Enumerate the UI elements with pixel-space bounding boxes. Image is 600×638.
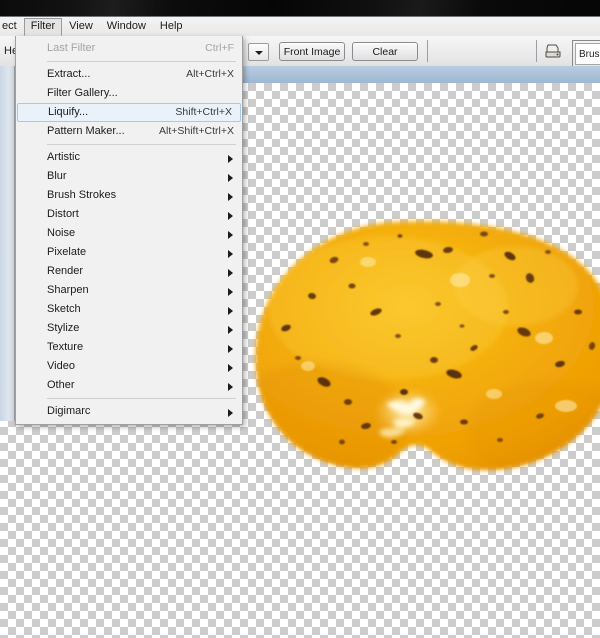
menu-item-sharpen[interactable]: Sharpen xyxy=(16,281,242,300)
menubar-item-label: Help xyxy=(159,19,183,32)
menu-item-artistic[interactable]: Artistic xyxy=(16,148,242,167)
menubar-item-window[interactable]: Window xyxy=(100,18,153,36)
submenu-arrow-icon xyxy=(228,269,233,277)
printer-icon[interactable] xyxy=(543,43,563,60)
menu-separator xyxy=(47,398,236,399)
menubar-item-view[interactable]: View xyxy=(62,18,100,36)
submenu-arrow-icon xyxy=(228,174,233,182)
clear-label: Clear xyxy=(372,45,398,58)
menu-item-last-filter[interactable]: Last Filter Ctrl+F xyxy=(16,39,242,58)
menu-item-label: Brush Strokes xyxy=(47,189,117,201)
menu-item-label: Sharpen xyxy=(47,284,89,296)
menu-item-noise[interactable]: Noise xyxy=(16,224,242,243)
submenu-arrow-icon xyxy=(228,345,233,353)
menubar-item-label: Window xyxy=(106,19,146,32)
menu-item-pattern-maker[interactable]: Pattern Maker... Alt+Shift+Ctrl+X xyxy=(16,122,242,141)
menu-item-extract[interactable]: Extract... Alt+Ctrl+X xyxy=(16,65,242,84)
menu-item-digimarc[interactable]: Digimarc xyxy=(16,402,242,421)
menu-separator xyxy=(47,61,236,62)
menu-item-label: Digimarc xyxy=(47,405,91,417)
menu-item-stylize[interactable]: Stylize xyxy=(16,319,242,338)
front-image-button[interactable]: Front Image xyxy=(279,42,345,61)
menubar-item-help[interactable]: Help xyxy=(153,18,190,36)
menu-item-render[interactable]: Render xyxy=(16,262,242,281)
menu-item-label: Distort xyxy=(47,208,79,220)
submenu-arrow-icon xyxy=(228,250,233,258)
menu-item-sketch[interactable]: Sketch xyxy=(16,300,242,319)
menu-item-liquify[interactable]: Liquify... Shift+Ctrl+X xyxy=(17,103,241,122)
submenu-arrow-icon xyxy=(228,326,233,334)
front-image-label: Front Image xyxy=(283,45,341,58)
filter-dropdown-menu[interactable]: Last Filter Ctrl+F Extract... Alt+Ctrl+X… xyxy=(15,36,243,425)
menubar-item-label: View xyxy=(69,19,93,32)
brushes-palette-well[interactable]: Brushes xyxy=(572,40,600,68)
brushes-label: Brushes xyxy=(575,43,600,65)
menu-item-brush-strokes[interactable]: Brush Strokes xyxy=(16,186,242,205)
menu-item-label: Stylize xyxy=(47,322,80,334)
submenu-arrow-icon xyxy=(228,409,233,417)
menu-item-label: Texture xyxy=(47,341,84,353)
blob-svg xyxy=(255,221,600,470)
chevron-down-glyph xyxy=(255,51,263,55)
menu-item-shortcut: Shift+Ctrl+X xyxy=(175,106,232,118)
menu-item-video[interactable]: Video xyxy=(16,357,242,376)
menu-item-label: Other xyxy=(47,379,75,391)
menu-item-label: Pixelate xyxy=(47,246,87,258)
menu-item-texture[interactable]: Texture xyxy=(16,338,242,357)
menu-item-label: Pattern Maker... xyxy=(47,125,125,137)
menu-item-label: Blur xyxy=(47,170,67,182)
menubar-item-label: ect xyxy=(2,19,17,32)
submenu-arrow-icon xyxy=(228,383,233,391)
submenu-arrow-icon xyxy=(228,212,233,220)
menu-item-shortcut: Alt+Ctrl+X xyxy=(186,68,234,80)
clear-button[interactable]: Clear xyxy=(352,42,418,61)
photoshop-window: ect Filter View Window Help He Front Ima… xyxy=(0,0,600,638)
submenu-arrow-icon xyxy=(228,193,233,201)
menu-item-pixelate[interactable]: Pixelate xyxy=(16,243,242,262)
menubar-item-filter[interactable]: Filter xyxy=(23,17,63,36)
menu-item-label: Liquify... xyxy=(48,106,89,118)
chevron-down-icon[interactable] xyxy=(248,43,269,61)
menu-item-label: Render xyxy=(47,265,84,277)
toolbar-separator xyxy=(536,40,537,62)
submenu-arrow-icon xyxy=(228,155,233,163)
submenu-arrow-icon xyxy=(228,288,233,296)
menu-item-label: Sketch xyxy=(47,303,81,315)
submenu-arrow-icon xyxy=(228,231,233,239)
menubar-item-select[interactable]: ect xyxy=(0,18,24,36)
menu-separator xyxy=(47,144,236,145)
menu-item-distort[interactable]: Distort xyxy=(16,205,242,224)
menu-item-label: Artistic xyxy=(47,151,80,163)
menu-item-filter-gallery[interactable]: Filter Gallery... xyxy=(16,84,242,103)
menu-item-label: Last Filter xyxy=(47,42,96,54)
menu-item-label: Extract... xyxy=(47,68,91,80)
left-panel-sliver xyxy=(0,66,15,421)
submenu-arrow-icon xyxy=(228,307,233,315)
menu-item-label: Filter Gallery... xyxy=(47,87,118,99)
toolbar-separator xyxy=(427,40,428,62)
menu-item-shortcut: Ctrl+F xyxy=(205,42,234,54)
menu-item-label: Noise xyxy=(47,227,76,239)
menu-bar: ect Filter View Window Help xyxy=(0,17,600,37)
menu-item-blur[interactable]: Blur xyxy=(16,167,242,186)
menu-item-other[interactable]: Other xyxy=(16,376,242,395)
menu-item-label: Video xyxy=(47,360,75,372)
title-bar xyxy=(0,0,600,17)
menu-item-shortcut: Alt+Shift+Ctrl+X xyxy=(159,125,234,137)
submenu-arrow-icon xyxy=(228,364,233,372)
menubar-item-label: Filter xyxy=(30,19,56,32)
yellow-sauce-blob-artwork xyxy=(248,216,600,516)
